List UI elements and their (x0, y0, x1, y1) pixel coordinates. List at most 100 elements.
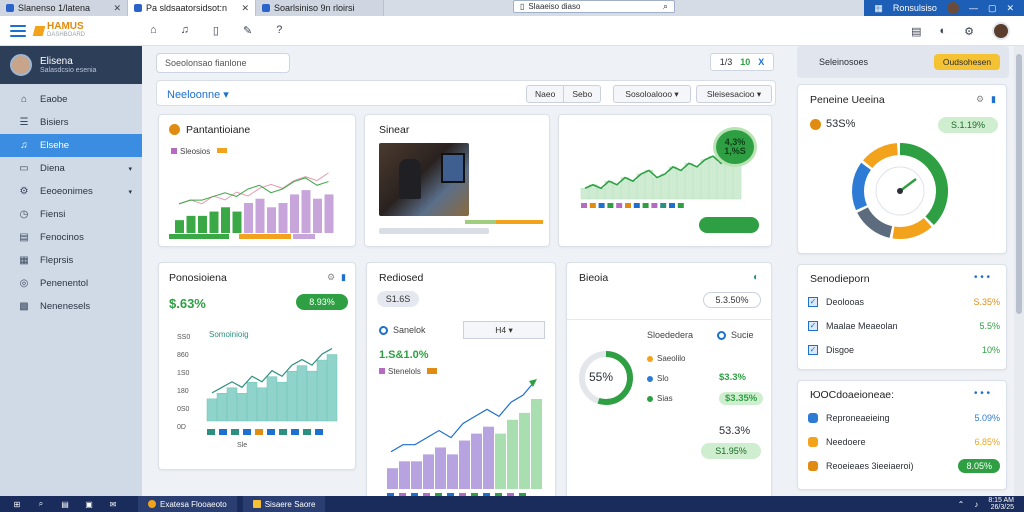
sidebar-item-3[interactable]: ▭ Diena ▾ (0, 157, 142, 180)
sidebar-item-8[interactable]: ◎ Penenentol (0, 272, 142, 295)
range-dropdown[interactable]: H4 ▾ (463, 321, 545, 339)
sidebar-item-5[interactable]: ◷ Fiensi (0, 203, 142, 226)
card-gauge: Peneine Ueeina ⚙ ▮ 53S% S.1.19% (797, 84, 1007, 254)
sidebar-item-6[interactable]: ▤ Fenocinos (0, 226, 142, 249)
clock[interactable]: 8:15 AM 26/3/25 (988, 497, 1014, 511)
browser-tab-2[interactable]: Pa sldsaatorsidsot:n ✕ (128, 0, 256, 16)
list-item[interactable]: Needoere 6.85% (808, 433, 1000, 451)
page-indicator[interactable]: 1/3 (720, 57, 733, 67)
help-icon[interactable]: ? (276, 24, 282, 37)
mail-icon[interactable]: ✉ (106, 500, 120, 509)
bar-9 (495, 433, 506, 489)
volume-icon[interactable]: ♪ (974, 500, 978, 509)
close-icon[interactable]: ✕ (113, 3, 121, 14)
network-icon[interactable]: ⌃ (958, 500, 965, 509)
progress-track[interactable] (465, 220, 543, 224)
avatar[interactable] (992, 22, 1010, 40)
legend-chip-8 (303, 429, 311, 435)
search-icon[interactable]: ⌕ (34, 499, 48, 509)
avatar (10, 54, 32, 76)
bar-12 (326, 354, 338, 422)
search-icon[interactable]: ⌕ (663, 1, 668, 12)
period-pill[interactable]: S1.6S (377, 291, 419, 307)
browser-tab-1[interactable]: Slanenso 1/latena ✕ (0, 0, 128, 16)
summary-badge: 5.3.50% (703, 292, 761, 308)
area-bar-13 (684, 163, 694, 200)
more-icon[interactable]: • • • (974, 388, 990, 399)
start-icon[interactable]: ⊞ (10, 500, 24, 509)
sidebar-item-1[interactable]: ☰ Bisiers (0, 111, 142, 134)
close-icon[interactable]: ✕ (241, 3, 249, 14)
bar-11 (519, 412, 530, 489)
view-button-b[interactable]: Sebo (564, 85, 602, 103)
sidebar-item-7[interactable]: ▦ Fleprsis (0, 249, 142, 272)
scrollbar-thumb[interactable] (1016, 54, 1022, 314)
x-axis-band (293, 234, 315, 239)
scrollbar[interactable] (1014, 46, 1024, 496)
search-input[interactable]: Soeolonsao fianlone (156, 53, 290, 73)
close-icon[interactable]: ✕ (1006, 3, 1014, 14)
user-profile[interactable]: Elisena Salasdcsio esenia (0, 46, 142, 84)
home-icon[interactable]: ⌂ (150, 24, 157, 37)
logo-mark-icon (32, 25, 46, 36)
video-thumbnail[interactable] (379, 143, 469, 216)
bar-3 (236, 393, 248, 422)
list-item[interactable]: Reproneaeieing 5.09% (808, 409, 1000, 427)
address-bar[interactable]: ▯ Slaaeiso diaso ⌕ (513, 0, 675, 13)
restore-icon[interactable]: ▢ (988, 3, 997, 14)
settings-icon[interactable]: ⚙ (976, 94, 984, 105)
list-item[interactable]: ✓ Deolooas S.35% (808, 293, 1000, 311)
gauge-segment-orange-2 (863, 143, 899, 169)
legend-chip-10 (669, 203, 675, 208)
refresh-icon[interactable]: ◐ (753, 272, 759, 283)
trash-icon[interactable]: ▮ (341, 272, 346, 283)
status-badge[interactable] (699, 217, 759, 233)
summary-key: Slo (657, 374, 669, 383)
user-name: Elisena (40, 56, 73, 67)
minimize-icon[interactable]: — (969, 3, 978, 13)
info-icon[interactable]: ▮ (991, 94, 996, 105)
bar-6 (459, 440, 470, 489)
sidebar-item-4[interactable]: ⚙ Eeoeonimes ▾ (0, 180, 142, 203)
calendar-icon[interactable]: ▤ (911, 25, 921, 38)
view-button-a[interactable]: Naeo (526, 85, 565, 103)
filter-dropdown[interactable]: Sosoloalooo ▾ (613, 85, 691, 103)
count-badge[interactable]: 10 (740, 57, 750, 67)
taskbar-app-2[interactable]: Sisaere Saore (242, 496, 326, 512)
bell-icon[interactable]: ♫ (181, 24, 189, 37)
doc-icon[interactable]: ▯ (213, 24, 219, 37)
sidebar-item-9[interactable]: ▩ Nenenesels (0, 295, 142, 318)
action-button[interactable]: Oudsohesen (934, 54, 1000, 70)
list-item[interactable]: ✓ Disgoe 10% (808, 341, 1000, 359)
files-icon[interactable]: ▤ (58, 500, 72, 509)
app-icon[interactable]: ▣ (82, 500, 96, 509)
browser-tab-3[interactable]: Soarlsiniso 9n rloirsi (256, 0, 384, 16)
avatar[interactable] (946, 2, 959, 14)
summary-key: Saeolilo (657, 354, 686, 363)
view-toggle: Naeo Sebo (526, 85, 602, 103)
notification-icon[interactable]: ◐ (939, 25, 946, 37)
sidebar-item-0[interactable]: ⌂ Eaobe (0, 88, 142, 111)
close-button[interactable]: X (758, 57, 764, 67)
pencil-icon[interactable]: ✎ (243, 24, 252, 37)
legend-chip-6 (633, 203, 640, 208)
grid-icon[interactable]: ▦ (874, 3, 883, 14)
settings-icon[interactable]: ⚙ (964, 25, 974, 38)
sort-dropdown[interactable]: Sleisesacioo ▾ (696, 85, 772, 103)
list-item[interactable]: ✓ Maalae Meaeolan 5.5% (808, 317, 1000, 335)
list-item[interactable]: Reoeieaes 3ieeiaeroi) 8.05% (808, 457, 1000, 475)
y-tick-label: SS0 (177, 334, 190, 341)
y-tick-label: 1S0 (177, 370, 190, 377)
panel-title-dropdown[interactable]: Neeloonne ▾ (167, 88, 229, 101)
page-icon: ▯ (520, 2, 525, 11)
subsection-label: Sloededera (647, 330, 694, 340)
settings-icon[interactable]: ⚙ (327, 272, 335, 283)
more-icon[interactable]: • • • (974, 272, 990, 283)
taskbar-app-1[interactable]: Exatesa Flooaeoto (138, 496, 237, 512)
checkbox-icon: ✓ (808, 321, 818, 331)
sidebar-item-2[interactable]: ♫ Elsehe (0, 134, 142, 157)
bar-2 (198, 215, 207, 233)
hamburger-menu-icon[interactable] (10, 24, 26, 37)
legend-swatch (217, 148, 227, 153)
bar-1 (216, 393, 228, 422)
